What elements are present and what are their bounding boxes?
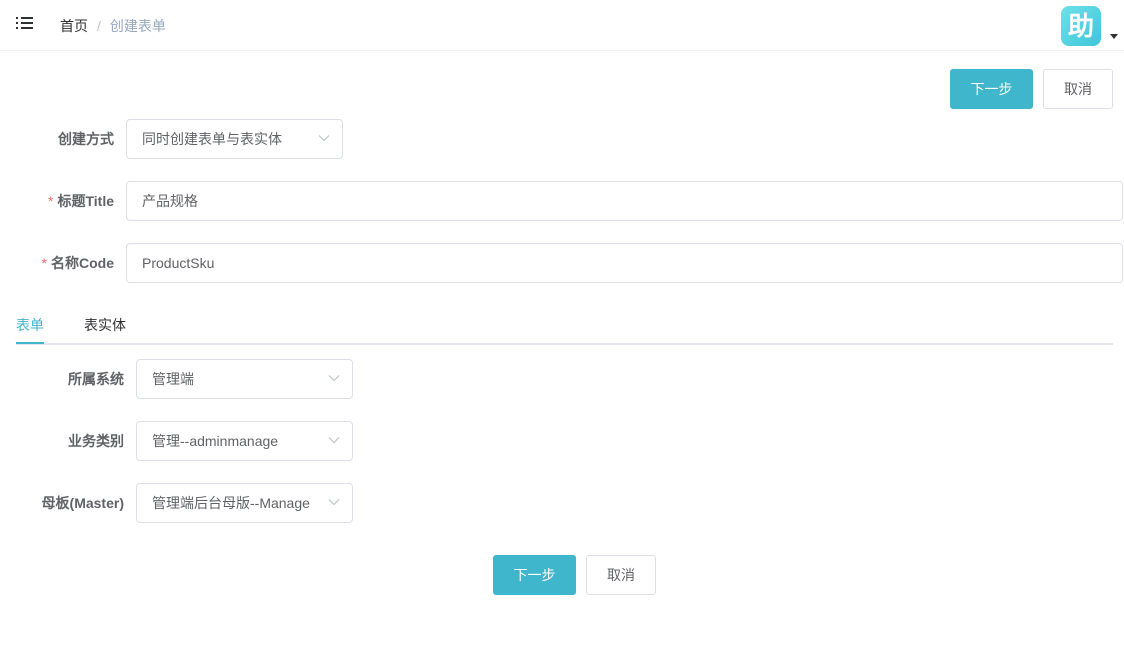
create-mode-label: 创建方式 bbox=[58, 131, 114, 147]
create-mode-select[interactable]: 同时创建表单与表实体 bbox=[126, 119, 343, 159]
title-input[interactable] bbox=[126, 181, 1123, 221]
breadcrumb-home-link[interactable]: 首页 bbox=[60, 18, 88, 34]
required-mark: * bbox=[48, 193, 54, 209]
system-value: 管理端 bbox=[152, 371, 194, 387]
next-step-button-top[interactable]: 下一步 bbox=[950, 69, 1033, 109]
master-select[interactable]: 管理端后台母版--Manage bbox=[136, 483, 353, 523]
tab-form[interactable]: 表单 bbox=[16, 316, 44, 334]
category-label: 业务类别 bbox=[68, 433, 124, 449]
code-label-text: 名称Code bbox=[51, 255, 114, 271]
cancel-button-top[interactable]: 取消 bbox=[1043, 69, 1113, 109]
cancel-button-bottom[interactable]: 取消 bbox=[586, 555, 656, 595]
avatar[interactable]: 助 bbox=[1061, 6, 1101, 46]
breadcrumb-separator: / bbox=[97, 18, 101, 34]
master-value: 管理端后台母版--Manage bbox=[152, 495, 310, 511]
next-step-button-bottom[interactable]: 下一步 bbox=[493, 555, 576, 595]
tab-active-indicator bbox=[16, 342, 44, 344]
master-label: 母板(Master) bbox=[41, 495, 124, 511]
title-label-text: 标题Title bbox=[57, 193, 114, 209]
create-mode-value: 同时创建表单与表实体 bbox=[142, 131, 282, 147]
code-label: * 名称Code bbox=[0, 243, 114, 283]
breadcrumb: 首页 / 创建表单 bbox=[60, 17, 166, 35]
menu-toggle-icon[interactable] bbox=[16, 17, 34, 31]
tab-table-entity[interactable]: 表实体 bbox=[84, 316, 126, 334]
required-mark: * bbox=[41, 255, 47, 271]
chevron-down-icon bbox=[328, 437, 340, 444]
system-select[interactable]: 管理端 bbox=[136, 359, 353, 399]
code-input[interactable] bbox=[126, 243, 1123, 283]
title-label: * 标题Title bbox=[0, 181, 114, 221]
top-navbar: 首页 / 创建表单 助 bbox=[0, 0, 1124, 51]
breadcrumb-current: 创建表单 bbox=[109, 18, 166, 34]
caret-down-icon[interactable] bbox=[1110, 34, 1118, 39]
tabs-bar: 表单 表实体 bbox=[16, 308, 1113, 345]
system-label: 所属系统 bbox=[68, 371, 124, 387]
chevron-down-icon bbox=[328, 499, 340, 506]
category-select[interactable]: 管理--adminmanage bbox=[136, 421, 353, 461]
chevron-down-icon bbox=[328, 375, 340, 382]
chevron-down-icon bbox=[318, 135, 330, 142]
category-value: 管理--adminmanage bbox=[152, 433, 279, 449]
